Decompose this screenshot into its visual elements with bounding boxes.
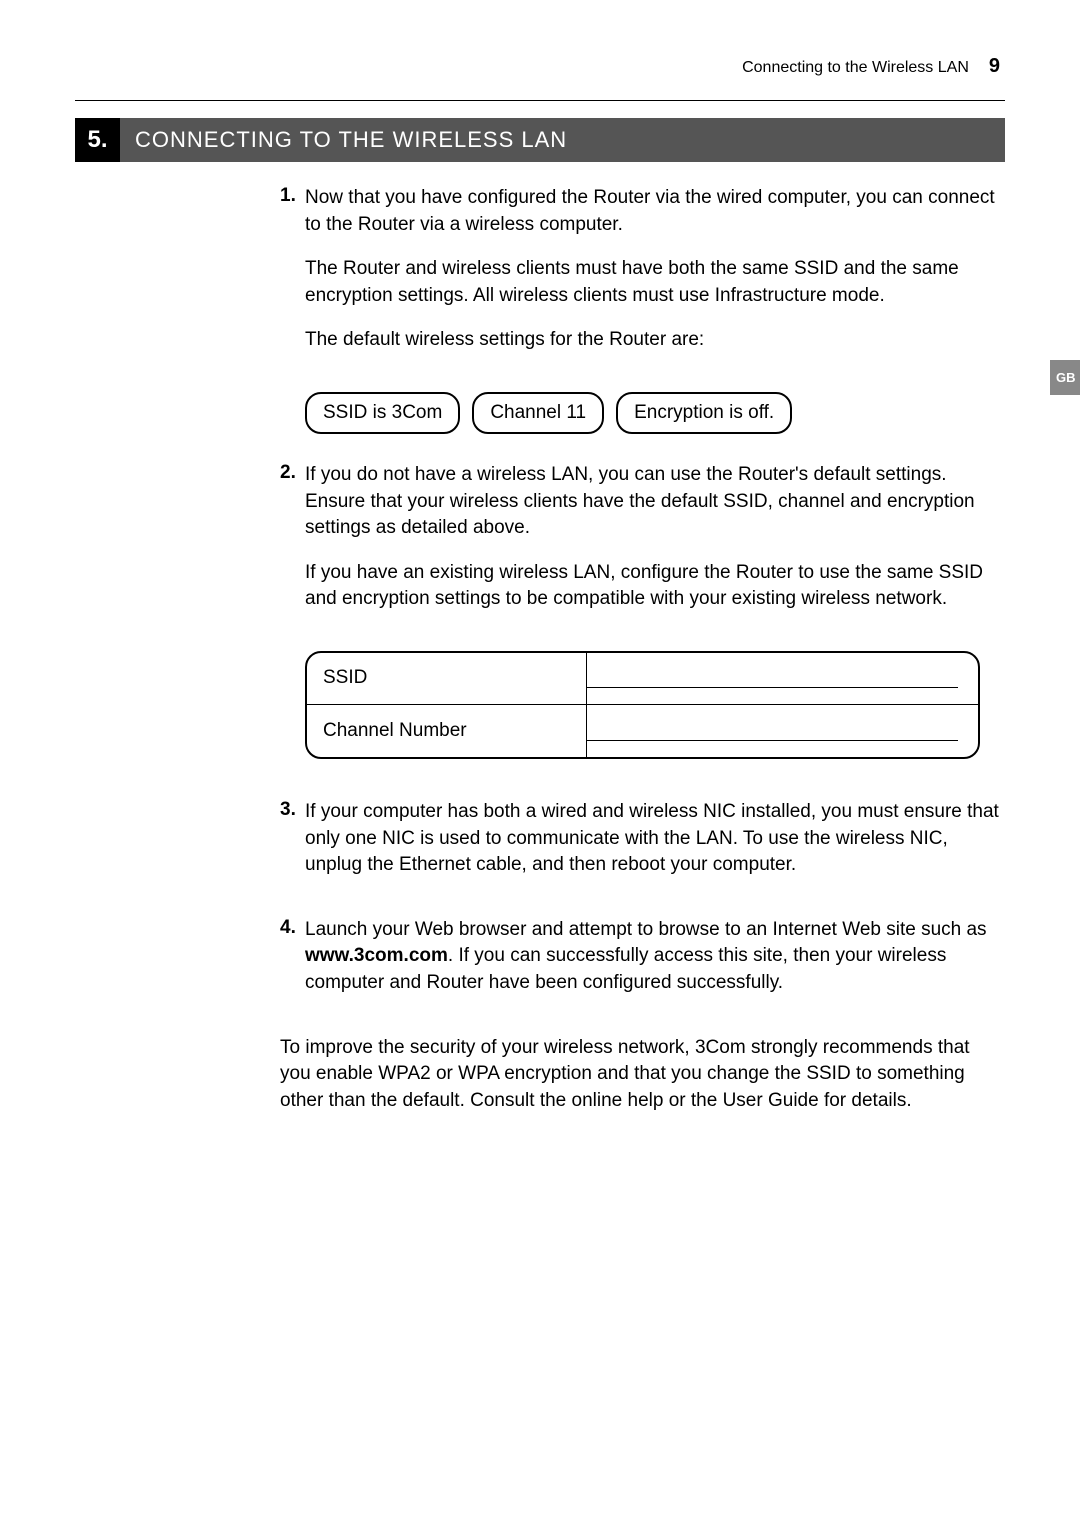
step-number: 1. [280, 185, 305, 207]
section-title: CONNECTING TO THE WIRELESS LAN [120, 118, 1005, 162]
step-body: If you do not have a wireless LAN, you c… [305, 462, 1005, 631]
page-header: Connecting to the Wireless LAN 9 [742, 55, 1000, 78]
step-4: 4. Launch your Web browser and attempt t… [280, 917, 1005, 1015]
page-number: 9 [989, 55, 1000, 78]
table-value-channel[interactable] [587, 713, 958, 741]
table-label-ssid: SSID [307, 653, 587, 704]
paragraph: The default wireless settings for the Ro… [305, 327, 1005, 354]
settings-table: SSID Channel Number [305, 651, 980, 759]
step-body: Now that you have configured the Router … [305, 185, 1005, 372]
step-number: 2. [280, 462, 305, 484]
header-rule [75, 100, 1005, 101]
closing-paragraph: To improve the security of your wireless… [280, 1035, 1005, 1115]
paragraph: Launch your Web browser and attempt to b… [305, 917, 1005, 997]
step-1: 1. Now that you have configured the Rout… [280, 185, 1005, 372]
paragraph: If you have an existing wireless LAN, co… [305, 560, 1005, 613]
paragraph: If your computer has both a wired and wi… [305, 799, 1005, 879]
step-body: If your computer has both a wired and wi… [305, 799, 1005, 897]
table-label-channel: Channel Number [307, 705, 587, 757]
pill-channel: Channel 11 [472, 392, 604, 434]
step-number: 3. [280, 799, 305, 821]
step-number: 4. [280, 917, 305, 939]
default-settings-pills: SSID is 3Com Channel 11 Encryption is of… [305, 392, 1005, 434]
step-2: 2. If you do not have a wireless LAN, yo… [280, 462, 1005, 631]
paragraph: The Router and wireless clients must hav… [305, 256, 1005, 309]
paragraph: If you do not have a wireless LAN, you c… [305, 462, 1005, 542]
section-header: 5. CONNECTING TO THE WIRELESS LAN [75, 118, 1005, 162]
content-area: 1. Now that you have configured the Rout… [280, 185, 1005, 1114]
pill-ssid: SSID is 3Com [305, 392, 460, 434]
step-3: 3. If your computer has both a wired and… [280, 799, 1005, 897]
paragraph: Now that you have configured the Router … [305, 185, 1005, 238]
step-body: Launch your Web browser and attempt to b… [305, 917, 1005, 1015]
url-text: www.3com.com [305, 945, 448, 966]
table-row: Channel Number [307, 705, 978, 757]
language-tab: GB [1050, 360, 1080, 395]
page-header-title: Connecting to the Wireless LAN [742, 59, 969, 77]
table-row: SSID [307, 653, 978, 705]
table-value-ssid[interactable] [587, 660, 958, 688]
pill-encryption: Encryption is off. [616, 392, 792, 434]
section-number: 5. [75, 118, 120, 162]
text: Launch your Web browser and attempt to b… [305, 919, 987, 940]
